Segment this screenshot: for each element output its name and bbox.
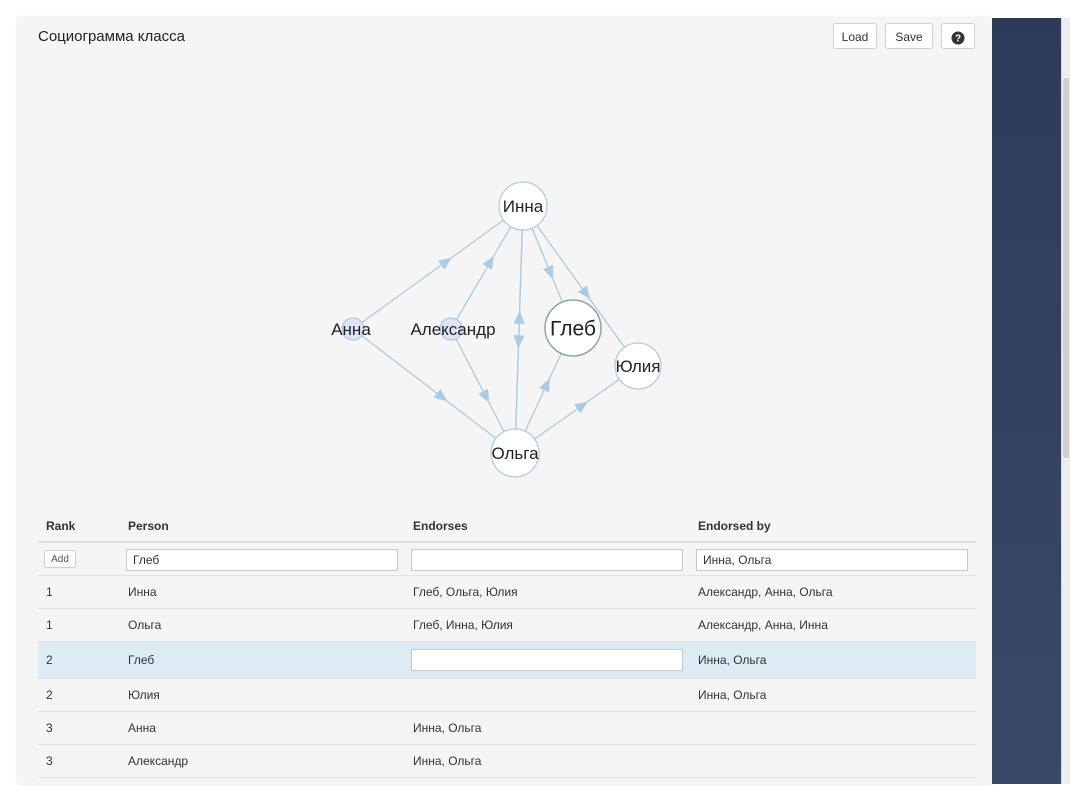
person-cell: Инна: [128, 585, 157, 599]
table-row[interactable]: 1 Ольга Глеб, Инна, Юлия Александр, Анна…: [38, 609, 976, 642]
person-cell: Александр: [128, 754, 189, 768]
arrowhead-inna-to-gleb: [542, 264, 554, 280]
endorses-edit-input[interactable]: [411, 649, 683, 671]
endorses-cell[interactable]: Инна, Ольга: [413, 712, 481, 744]
header-endorses: Endorses: [413, 519, 468, 533]
rank-cell: 2: [46, 688, 53, 702]
arrowhead-aleksandr-to-inna: [482, 255, 494, 270]
endorsed-by-cell: Инна, Ольга: [698, 688, 767, 702]
person-input[interactable]: [126, 549, 398, 571]
table-row[interactable]: 2 Юлия Инна, Ольга: [38, 679, 976, 712]
table-header-row: Rank Person Endorses Endorsed by: [38, 511, 976, 543]
scrollbar-thumb[interactable]: [1063, 78, 1069, 458]
header-person: Person: [128, 519, 169, 533]
node-yulia[interactable]: Юлия: [614, 342, 662, 390]
person-cell: Ольга: [128, 618, 162, 632]
table-row[interactable]: 1 Инна Глеб, Ольга, Юлия Александр, Анна…: [38, 576, 976, 609]
node-gleb[interactable]: Глеб: [544, 299, 602, 357]
edge-anna-to-olga: [352, 328, 516, 454]
node-aleksandr[interactable]: Александр: [410, 317, 496, 341]
person-cell: Анна: [128, 721, 156, 735]
node-label-anna: Анна: [331, 320, 371, 339]
edge-anna-to-inna: [352, 205, 524, 330]
table-row[interactable]: 3 Анна Инна, Ольга: [38, 712, 976, 745]
endorses-cell[interactable]: Глеб, Инна, Юлия: [413, 609, 513, 641]
endorsed-by-input[interactable]: [696, 549, 968, 571]
node-label-olga: Ольга: [491, 444, 539, 463]
sociogram-panel: Социограмма класса Load Save ? Инна Анна А…: [18, 18, 992, 784]
endorses-cell[interactable]: Глеб, Ольга, Юлия: [413, 576, 518, 608]
person-cell: Юлия: [128, 688, 160, 702]
endorsed-by-cell: Александр, Анна, Ольга: [698, 585, 833, 599]
endorsed-by-cell: Инна, Ольга: [698, 653, 767, 667]
sociogram-table: Rank Person Endorses Endorsed by Add 1 И…: [38, 511, 976, 778]
rank-cell: 2: [46, 653, 53, 667]
add-button[interactable]: Add: [44, 550, 76, 568]
table-row[interactable]: 3 Александр Инна, Ольга: [38, 745, 976, 778]
endorsed-by-cell: Александр, Анна, Инна: [698, 618, 828, 632]
arrowhead-anna-to-olga: [433, 388, 448, 402]
endorses-cell[interactable]: Инна, Ольга: [413, 745, 481, 777]
dark-side-panel: [992, 18, 1061, 784]
rank-cell: 1: [46, 618, 53, 632]
rank-cell: 3: [46, 721, 53, 735]
arrowhead-anna-to-inna: [438, 257, 452, 270]
scrollbar[interactable]: [1061, 18, 1070, 784]
node-label-yulia: Юлия: [615, 357, 660, 376]
node-label-aleksandr: Александр: [410, 320, 495, 339]
node-label-inna: Инна: [503, 197, 544, 216]
table-row-selected[interactable]: 2 Глеб Инна, Ольга: [38, 642, 976, 679]
header-endorsed-by: Endorsed by: [698, 519, 771, 533]
edge-olga-to-inna: [514, 205, 524, 454]
arrowhead-aleksandr-to-olga: [478, 388, 490, 403]
node-label-gleb: Глеб: [550, 317, 596, 340]
rank-cell: 3: [46, 754, 53, 768]
node-inna[interactable]: Инна: [498, 181, 548, 231]
header-rank: Rank: [46, 519, 76, 533]
node-olga[interactable]: Ольга: [490, 428, 540, 478]
arrowhead-inna-to-yulia: [577, 285, 591, 300]
arrowhead-olga-to-yulia: [574, 401, 588, 414]
rank-cell: 1: [46, 585, 53, 599]
node-anna[interactable]: Анна: [331, 317, 371, 341]
person-cell: Глеб: [128, 653, 155, 667]
endorses-input[interactable]: [411, 549, 683, 571]
arrowhead-olga-to-inna: [513, 310, 525, 324]
sociogram-graph[interactable]: Инна Анна Александр Глеб Юлия Ольга: [18, 18, 992, 498]
add-row: Add: [38, 543, 976, 576]
